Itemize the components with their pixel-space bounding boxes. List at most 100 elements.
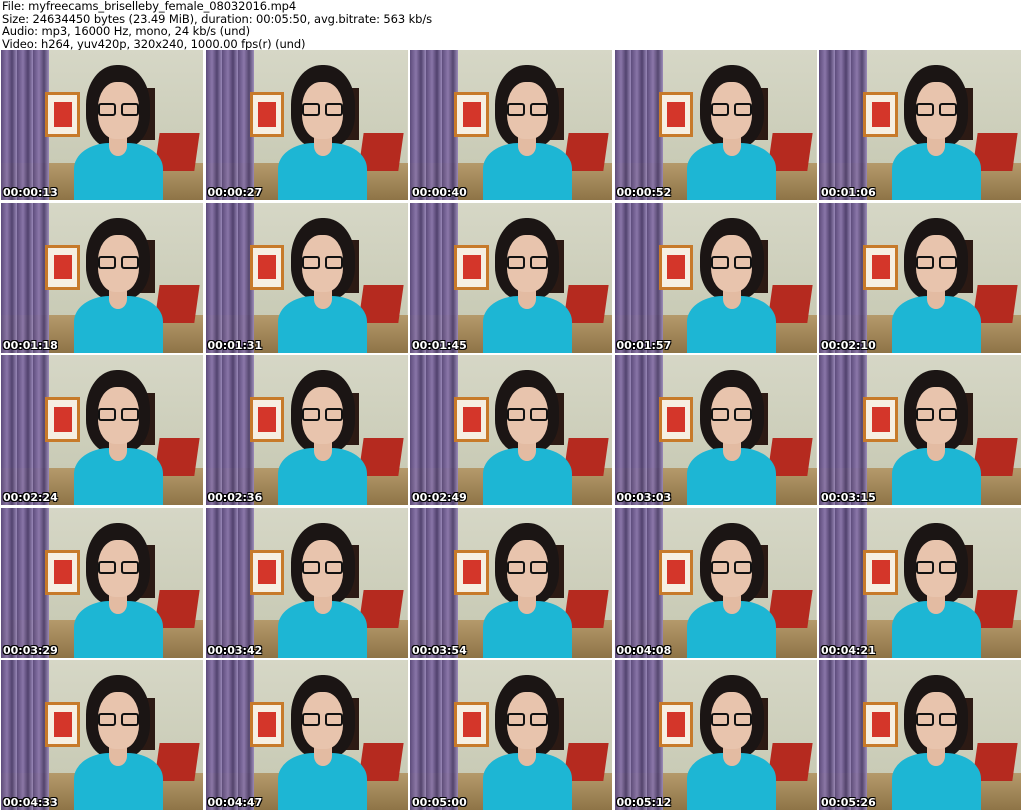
person bbox=[278, 65, 368, 200]
curtain bbox=[1, 50, 50, 200]
glasses bbox=[915, 103, 957, 117]
video-thumbnail: 00:04:47 bbox=[205, 660, 408, 810]
curtain bbox=[410, 355, 459, 505]
neck bbox=[313, 746, 332, 767]
glasses bbox=[506, 560, 548, 574]
neck bbox=[313, 136, 332, 157]
glasses bbox=[506, 713, 548, 727]
curtain bbox=[205, 355, 254, 505]
video-thumbnail: 00:05:26 bbox=[819, 660, 1021, 810]
neck bbox=[722, 441, 741, 462]
audio-line: Audio: mp3, 16000 Hz, mono, 24 kb/s (und… bbox=[2, 24, 250, 38]
glasses bbox=[711, 103, 753, 117]
glasses bbox=[711, 255, 753, 269]
person bbox=[891, 217, 981, 353]
curtain bbox=[614, 507, 663, 658]
person bbox=[278, 522, 368, 658]
glasses bbox=[711, 713, 753, 727]
person bbox=[687, 217, 777, 353]
video-thumbnail: 00:05:12 bbox=[614, 660, 817, 810]
person bbox=[687, 370, 777, 505]
thumbnail-timestamp: 00:05:26 bbox=[821, 796, 876, 809]
glasses bbox=[97, 408, 139, 422]
video-thumbnail: 00:00:27 bbox=[205, 50, 408, 200]
neck bbox=[109, 593, 128, 614]
video-thumbnail: 00:02:24 bbox=[1, 355, 203, 505]
glasses bbox=[302, 408, 344, 422]
curtain bbox=[614, 660, 663, 810]
person bbox=[891, 65, 981, 200]
glasses bbox=[97, 255, 139, 269]
video-thumbnail: 00:03:03 bbox=[614, 355, 817, 505]
glasses bbox=[506, 408, 548, 422]
neck bbox=[927, 288, 946, 309]
file-info-header: File: myfreecams_briselleby_female_08032… bbox=[2, 0, 1022, 50]
person bbox=[482, 370, 572, 505]
neck bbox=[518, 288, 537, 309]
person bbox=[482, 675, 572, 810]
curtain bbox=[1, 355, 50, 505]
glasses bbox=[915, 713, 957, 727]
person bbox=[891, 522, 981, 658]
curtain bbox=[1, 660, 50, 810]
glasses bbox=[97, 103, 139, 117]
glasses bbox=[97, 713, 139, 727]
curtain bbox=[819, 660, 868, 810]
person bbox=[278, 675, 368, 810]
thumbnail-timestamp: 00:01:18 bbox=[3, 338, 58, 352]
video-thumbnail: 00:00:13 bbox=[1, 50, 203, 200]
glasses bbox=[915, 255, 957, 269]
video-thumbnail: 00:03:42 bbox=[205, 507, 408, 658]
person bbox=[891, 370, 981, 505]
video-thumbnail: 00:00:52 bbox=[614, 50, 817, 200]
glasses bbox=[302, 103, 344, 117]
person bbox=[891, 675, 981, 810]
curtain bbox=[614, 355, 663, 505]
video-thumbnail: 00:03:15 bbox=[819, 355, 1021, 505]
thumbnail-grid: 00:00:13 00:00:27 00:00:40 00:00:52 00:01:06… bbox=[0, 50, 1024, 810]
thumbnail-timestamp: 00:01:31 bbox=[207, 338, 263, 352]
person bbox=[73, 217, 163, 353]
video-thumbnail: 00:01:45 bbox=[410, 202, 612, 353]
person bbox=[482, 65, 572, 200]
person bbox=[687, 522, 777, 658]
video-thumbnail: 00:03:29 bbox=[1, 507, 203, 658]
glasses bbox=[302, 560, 344, 574]
video-thumbnail: 00:01:57 bbox=[614, 202, 817, 353]
thumbnail-timestamp: 00:00:52 bbox=[616, 186, 672, 199]
curtain bbox=[205, 507, 254, 658]
person bbox=[278, 370, 368, 505]
curtain bbox=[410, 202, 459, 353]
video-line: Video: h264, yuv420p, 320x240, 1000.00 f… bbox=[2, 36, 306, 51]
curtain bbox=[410, 50, 459, 200]
glasses bbox=[711, 560, 753, 574]
neck bbox=[313, 288, 332, 309]
video-thumbnail: 00:00:40 bbox=[410, 50, 612, 200]
person bbox=[482, 217, 572, 353]
thumbnail-timestamp: 00:02:24 bbox=[3, 491, 58, 504]
thumbnail-timestamp: 00:03:03 bbox=[616, 491, 672, 504]
curtain bbox=[1, 202, 50, 353]
glasses bbox=[915, 408, 957, 422]
thumbnail-timestamp: 00:02:36 bbox=[207, 491, 263, 504]
thumbnail-timestamp: 00:04:33 bbox=[3, 796, 58, 809]
video-thumbnail: 00:05:00 bbox=[410, 660, 612, 810]
neck bbox=[109, 288, 128, 309]
neck bbox=[313, 593, 332, 614]
thumbnail-timestamp: 00:05:00 bbox=[412, 796, 467, 809]
video-thumbnail: 00:03:54 bbox=[410, 507, 612, 658]
thumbnail-timestamp: 00:03:15 bbox=[821, 491, 876, 504]
person bbox=[482, 522, 572, 658]
thumbnail-timestamp: 00:04:08 bbox=[616, 643, 672, 657]
person bbox=[73, 65, 163, 200]
video-thumbnail: 00:02:10 bbox=[819, 202, 1021, 353]
curtain bbox=[614, 50, 663, 200]
curtain bbox=[819, 202, 868, 353]
neck bbox=[722, 288, 741, 309]
person bbox=[687, 65, 777, 200]
glasses bbox=[506, 255, 548, 269]
glasses bbox=[302, 255, 344, 269]
glasses bbox=[915, 560, 957, 574]
neck bbox=[313, 441, 332, 462]
thumbnail-timestamp: 00:03:29 bbox=[3, 643, 58, 657]
